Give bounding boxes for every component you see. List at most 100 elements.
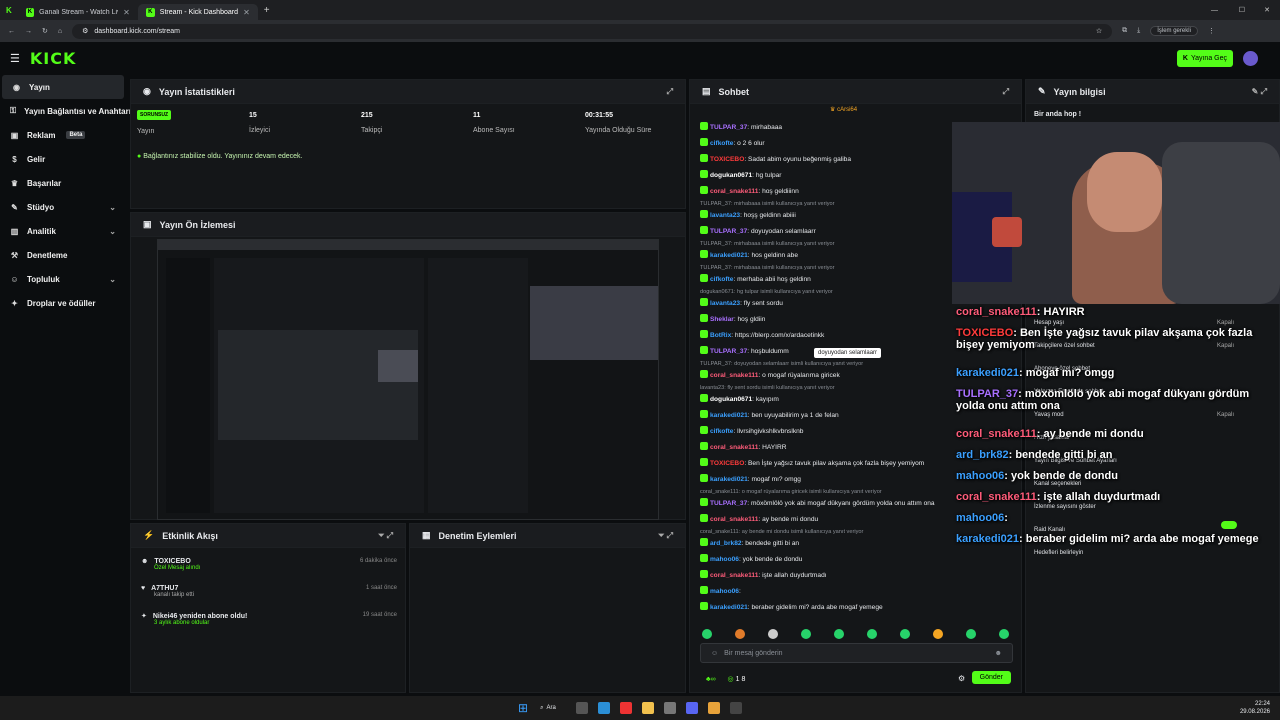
chat-username[interactable]: coral_snake111 <box>710 572 758 579</box>
chat-message[interactable]: coral_snake111: hoş geldiiinn <box>700 186 799 195</box>
chat-message[interactable]: TULPAR_37: doyuyodan selamlaarr <box>700 226 816 235</box>
chat-message[interactable]: cifkofte: llvrsihgivkshlkvbnslknb <box>700 426 803 435</box>
send-button[interactable]: Gönder <box>971 671 1011 684</box>
back-icon[interactable]: ← <box>8 28 15 35</box>
chat-setting-row[interactable]: Hesap yaşı Kapalı <box>1034 320 1234 326</box>
expand-icon[interactable]: ⤢ <box>1003 87 1009 97</box>
emote-icon[interactable] <box>702 629 712 639</box>
taskbar-search[interactable]: ⌕ Ara <box>540 705 556 712</box>
extensions-icon[interactable]: ⧉ <box>1122 27 1127 35</box>
home-icon[interactable]: ⌂ <box>58 28 62 35</box>
expand-icon[interactable]: ⤢ <box>667 87 673 97</box>
chrome-icon[interactable] <box>707 702 720 714</box>
chat-message[interactable]: cifkofte: o 2 6 olur <box>700 138 765 147</box>
chat-message[interactable]: coral_snake111: işte allah duydurtmadı <box>700 570 827 579</box>
emote-icon[interactable] <box>966 629 976 639</box>
chat-message[interactable]: karakedi021: beraber gidelim mi? arda ab… <box>700 602 883 611</box>
sidebar-item-gelir[interactable]: $ Gelir <box>0 147 126 171</box>
chat-username[interactable]: Sheklar <box>710 316 734 323</box>
sidebar-item-studyo[interactable]: ✎ Stüdyo ⌄ <box>0 195 126 219</box>
chat-message[interactable]: TULPAR_37: hoşbuldumm <box>700 346 789 355</box>
obs-icon[interactable] <box>729 702 742 714</box>
forward-icon[interactable]: → <box>25 28 32 35</box>
chat-username[interactable]: lavanta23 <box>710 300 740 307</box>
stream-preview-video[interactable] <box>157 239 659 520</box>
system-clock[interactable]: 22:24 29.08.2026 <box>1240 700 1270 716</box>
url-field[interactable]: ⚙ dashboard.kick.com/stream ☆ <box>72 23 1113 39</box>
chat-message[interactable]: coral_snake111: o mogaf rüyalarıma giric… <box>700 370 840 379</box>
new-tab-icon[interactable]: + <box>264 5 270 16</box>
chat-username[interactable]: TULPAR_37 <box>710 500 747 507</box>
chat-username[interactable]: karakedi021 <box>710 252 748 259</box>
emote-icon[interactable] <box>735 629 745 639</box>
chat-message[interactable]: dogukan0671: hg tulpar <box>700 170 782 179</box>
chat-message[interactable]: dogukan0671: kayıpım <box>700 394 779 403</box>
chat-username[interactable]: ard_brk82 <box>710 540 742 547</box>
minimize-icon[interactable]: — <box>1211 7 1218 14</box>
site-info-icon[interactable]: ⚙ <box>82 27 88 35</box>
settings-gear-icon[interactable]: ⚙ <box>958 674 965 683</box>
tab-kick-watch[interactable]: K Ganali Stream - Watch Live on Kick ✕ <box>18 4 138 20</box>
chat-message[interactable]: coral_snake111: ay bende mi dondu <box>700 514 818 523</box>
chat-username[interactable]: karakedi021 <box>710 476 748 483</box>
bookmark-star-icon[interactable]: ☆ <box>1096 27 1102 35</box>
chat-setting-row[interactable]: Yavaş mod Kapalı <box>1034 412 1234 418</box>
chat-username[interactable]: lavanta23 <box>710 212 740 219</box>
sidebar-item-denetleme[interactable]: ⚒ Denetleme <box>0 243 126 267</box>
profile-button[interactable]: İşlem gerekli <box>1150 26 1198 36</box>
filter-icon[interactable]: ⏷ ⤢ <box>378 531 393 541</box>
folder-icon[interactable] <box>641 702 654 714</box>
chat-username[interactable]: cifkofte <box>710 276 733 283</box>
menu-icon[interactable]: ⋮ <box>1208 27 1215 35</box>
chat-username[interactable]: coral_snake111 <box>710 444 758 451</box>
chat-setting-row[interactable]: Hedefleri belirleyin <box>1034 550 1234 556</box>
emote-icon[interactable] <box>867 629 877 639</box>
chat-message[interactable]: ard_brk82: bendede gitti bi an <box>700 538 799 547</box>
emote-icon[interactable] <box>999 629 1009 639</box>
emote-icon[interactable] <box>834 629 844 639</box>
chat-username[interactable]: dogukan0671 <box>710 396 752 403</box>
go-live-button[interactable]: K Yayına Geç <box>1176 50 1233 67</box>
chat-setting-row[interactable]: İzlenme sayısını göster <box>1034 504 1234 510</box>
chat-message[interactable]: TULPAR_37: möxömlölö yok abi mogaf dükya… <box>700 498 935 507</box>
sidebar-item-stream-key[interactable]: ⚿ Yayın Bağlantısı ve Anahtarı <box>0 99 131 123</box>
emoji-icon[interactable]: ☺ <box>711 650 718 657</box>
edit-icon[interactable]: ✎ ⤢ <box>1252 87 1267 97</box>
reload-icon[interactable]: ↻ <box>42 27 48 35</box>
chat-message[interactable]: TULPAR_37: mirhabaaa <box>700 122 782 131</box>
chat-username[interactable]: TOXICEBO <box>710 460 744 467</box>
emote-icon[interactable] <box>900 629 910 639</box>
chat-message[interactable]: Sheklar: hoş gldiin <box>700 314 765 323</box>
chat-username[interactable]: TULPAR_37 <box>710 228 747 235</box>
hamburger-icon[interactable]: ☰ <box>10 52 20 65</box>
close-icon[interactable]: ✕ <box>123 8 130 17</box>
toggle-switch[interactable] <box>1221 521 1237 529</box>
chat-username[interactable]: coral_snake111 <box>710 516 758 523</box>
sidebar-item-topluluk[interactable]: ☺ Topluluk ⌄ <box>0 267 126 291</box>
smile-icon[interactable]: ☻ <box>995 650 1002 657</box>
chat-message[interactable]: lavanta23: hoşş geldinn abiiii <box>700 210 796 219</box>
chat-message[interactable]: coral_snake111: HAYIRR <box>700 442 787 451</box>
kick-logo[interactable]: KICK <box>30 49 77 68</box>
chat-username[interactable]: coral_snake111 <box>710 188 758 195</box>
discord-icon[interactable] <box>685 702 698 714</box>
chat-username[interactable]: dogukan0671 <box>710 172 752 179</box>
filter-icon[interactable]: ⏷ ⤢ <box>658 531 673 541</box>
chat-message[interactable]: cifkofte: merhaba abii hoş geldinn <box>700 274 811 283</box>
chat-input[interactable]: ☺ Bir mesaj gönderin ☻ <box>700 643 1013 663</box>
chat-message[interactable]: mahoo06: yok bende de dondu <box>700 554 802 563</box>
sidebar-item-basarilar[interactable]: ♛ Başarılar <box>0 171 126 195</box>
chat-message[interactable]: lavanta23: fly sent sordu <box>700 298 783 307</box>
chat-message[interactable]: karakedi021: ben uyuyabilirim ya 1 de fe… <box>700 410 839 419</box>
chat-username[interactable]: TULPAR_37 <box>710 348 747 355</box>
chat-username[interactable]: karakedi021 <box>710 604 748 611</box>
user-avatar[interactable] <box>1243 51 1258 66</box>
maximize-icon[interactable]: ☐ <box>1239 6 1245 14</box>
chat-message[interactable]: TOXICEBO: Ben İşte yağsız tavuk pilav ak… <box>700 458 924 467</box>
sidebar-item-analitik[interactable]: ▥ Analitik ⌄ <box>0 219 126 243</box>
chat-username[interactable]: mahoo06 <box>710 588 739 595</box>
close-icon[interactable]: ✕ <box>243 8 250 17</box>
chat-username[interactable]: BotRix <box>710 332 731 339</box>
tab-kick-dashboard[interactable]: K Stream - Kick Dashboard ✕ <box>137 4 258 20</box>
chat-username[interactable]: coral_snake111 <box>710 372 758 379</box>
